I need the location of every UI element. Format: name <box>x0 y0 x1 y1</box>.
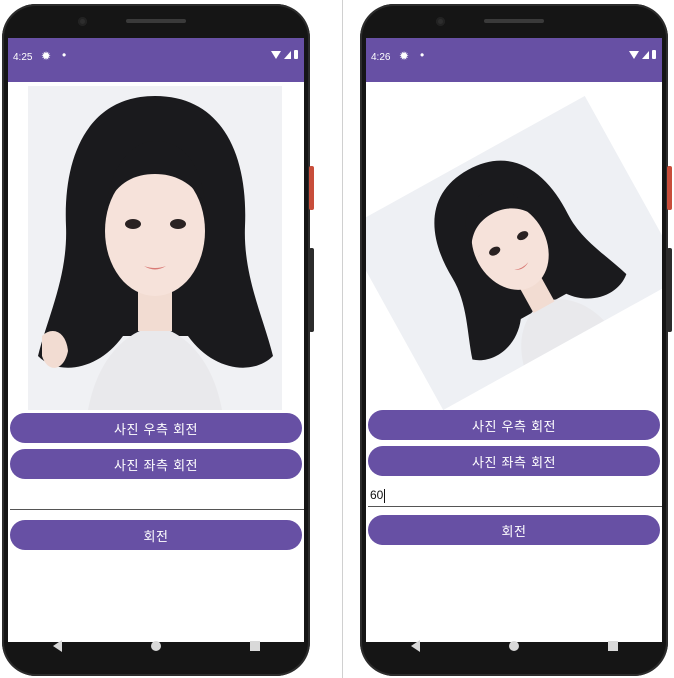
rotate-left-button[interactable]: 사진 좌측 회전 <box>368 446 660 476</box>
back-icon[interactable] <box>410 640 420 652</box>
status-bar: 4:26 ✹ • <box>366 38 662 82</box>
speaker-grille <box>484 19 544 23</box>
rotate-button[interactable]: 회전 <box>368 515 660 545</box>
recent-apps-icon[interactable] <box>249 641 260 651</box>
status-icons <box>271 50 298 59</box>
photo-image <box>366 92 662 410</box>
notification-dot-icon: • <box>420 48 425 62</box>
notification-dot-icon: • <box>62 48 67 62</box>
rotated-photo <box>366 96 662 410</box>
status-bar: 4:25 ✹ • <box>8 38 304 82</box>
angle-input-value: 60 <box>370 488 384 502</box>
battery-icon <box>294 50 298 59</box>
volume-button <box>667 248 672 332</box>
rotate-button[interactable]: 회전 <box>10 520 302 550</box>
screen: 4:25 ✹ • 사진 우측 회전 사진 좌측 회전 회전 <box>8 38 304 642</box>
power-button <box>309 166 314 210</box>
back-icon[interactable] <box>52 640 62 652</box>
angle-input[interactable] <box>10 487 304 510</box>
portrait-illustration <box>28 86 282 410</box>
rotate-right-button[interactable]: 사진 우측 회전 <box>10 413 302 443</box>
rotate-right-button[interactable]: 사진 우측 회전 <box>368 410 660 440</box>
photo-image <box>28 86 282 410</box>
gear-icon: ✹ <box>399 49 410 63</box>
screen: 4:26 ✹ • 사진 우측 회전 사진 좌측 회전 60 회전 <box>366 38 662 642</box>
home-icon[interactable] <box>150 641 161 651</box>
volume-button <box>309 248 314 332</box>
text-cursor <box>384 488 386 503</box>
wifi-icon <box>629 51 639 59</box>
nav-bar <box>8 626 304 666</box>
front-camera <box>78 17 87 26</box>
signal-icon <box>284 51 291 59</box>
portrait-illustration <box>366 96 662 410</box>
status-icons <box>629 50 656 59</box>
front-camera <box>436 17 445 26</box>
rotate-left-button[interactable]: 사진 좌측 회전 <box>10 449 302 479</box>
nav-bar <box>366 626 662 666</box>
angle-input[interactable]: 60 <box>368 484 662 507</box>
signal-icon <box>642 51 649 59</box>
recent-apps-icon[interactable] <box>607 641 618 651</box>
wifi-icon <box>271 51 281 59</box>
status-time: 4:26 <box>371 52 391 63</box>
phone-right: 4:26 ✹ • 사진 우측 회전 사진 좌측 회전 60 회전 <box>360 4 672 676</box>
speaker-grille <box>126 19 186 23</box>
gear-icon: ✹ <box>41 49 52 63</box>
home-icon[interactable] <box>508 641 519 651</box>
panel-divider <box>342 0 343 678</box>
status-time: 4:25 <box>13 52 33 63</box>
phone-left: 4:25 ✹ • 사진 우측 회전 사진 좌측 회전 회전 <box>2 4 314 676</box>
power-button <box>667 166 672 210</box>
battery-icon <box>652 50 656 59</box>
